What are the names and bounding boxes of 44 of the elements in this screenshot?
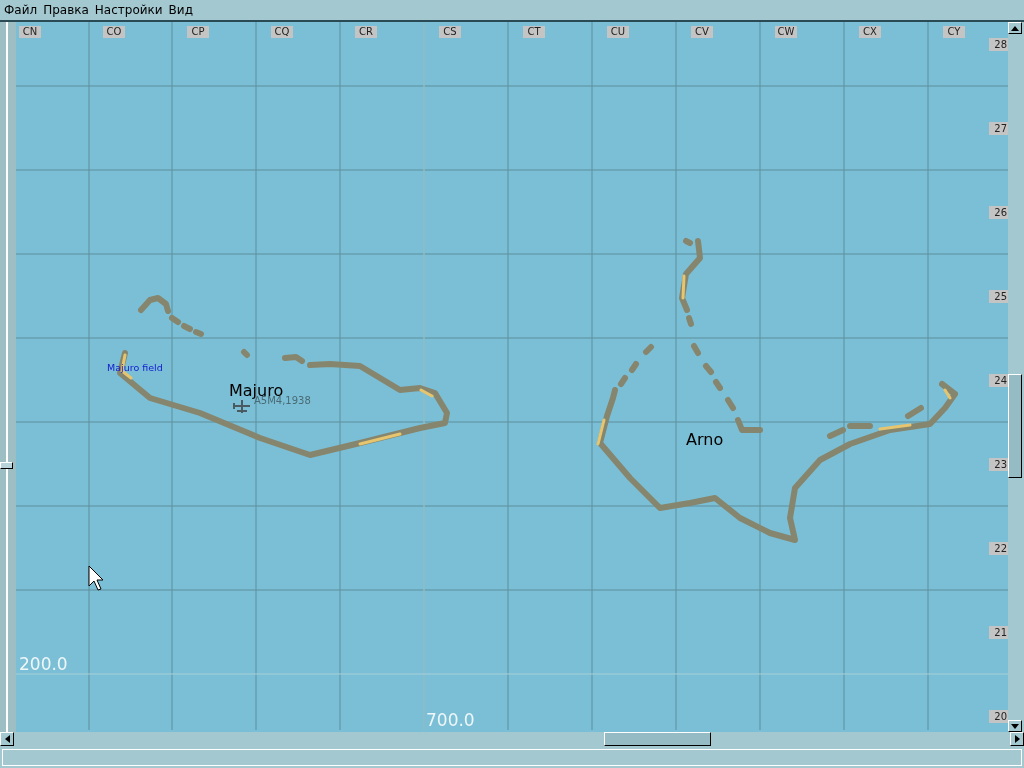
airplane-icon[interactable] [233,399,251,414]
pointer-icon [88,565,104,591]
column-label: CU [607,26,629,38]
row-label: 27 [989,122,1008,135]
right-arrow-icon [1014,735,1020,743]
column-label: CN [19,26,41,38]
menu-item[interactable]: Файл [4,3,38,17]
menu-item[interactable]: Настройки [94,3,163,17]
column-label: CY [943,26,965,38]
column-label: CV [691,26,713,38]
scroll-thumb[interactable] [604,732,711,746]
column-label: CP [187,26,209,38]
scroll-up-button[interactable] [1008,22,1022,34]
column-label: CW [775,26,797,38]
slider-thumb[interactable] [0,462,13,470]
column-label: CX [859,26,881,38]
coordinate-label: 200.0 [19,654,68,674]
row-label: 25 [989,290,1008,303]
row-label: 24 [989,374,1008,387]
left-arrow-icon [4,735,10,743]
vertical-scrollbar[interactable] [1008,22,1024,732]
row-label: 28 [989,38,1008,51]
scroll-thumb[interactable] [1008,374,1022,478]
column-label: CR [355,26,377,38]
menu-item[interactable]: Правка [43,3,89,17]
scroll-down-button[interactable] [1008,720,1022,732]
row-label: 20 [989,710,1008,723]
column-label: CT [523,26,545,38]
scroll-left-button[interactable] [0,732,14,746]
horizontal-scrollbar[interactable] [0,732,1024,746]
row-label: 26 [989,206,1008,219]
menu-item[interactable]: Вид [168,3,193,17]
column-label: CS [439,26,461,38]
down-arrow-icon [1011,723,1019,729]
zoom-slider[interactable] [0,22,16,732]
column-label: CO [103,26,125,38]
coordinate-label: 700.0 [426,710,475,730]
row-label: 23 [989,458,1008,471]
row-label: 21 [989,626,1008,639]
up-arrow-icon [1011,25,1019,31]
atoll-label: Arno [686,430,724,449]
scroll-right-button[interactable] [1010,732,1024,746]
column-label: CQ [271,26,293,38]
row-label: 22 [989,542,1008,555]
